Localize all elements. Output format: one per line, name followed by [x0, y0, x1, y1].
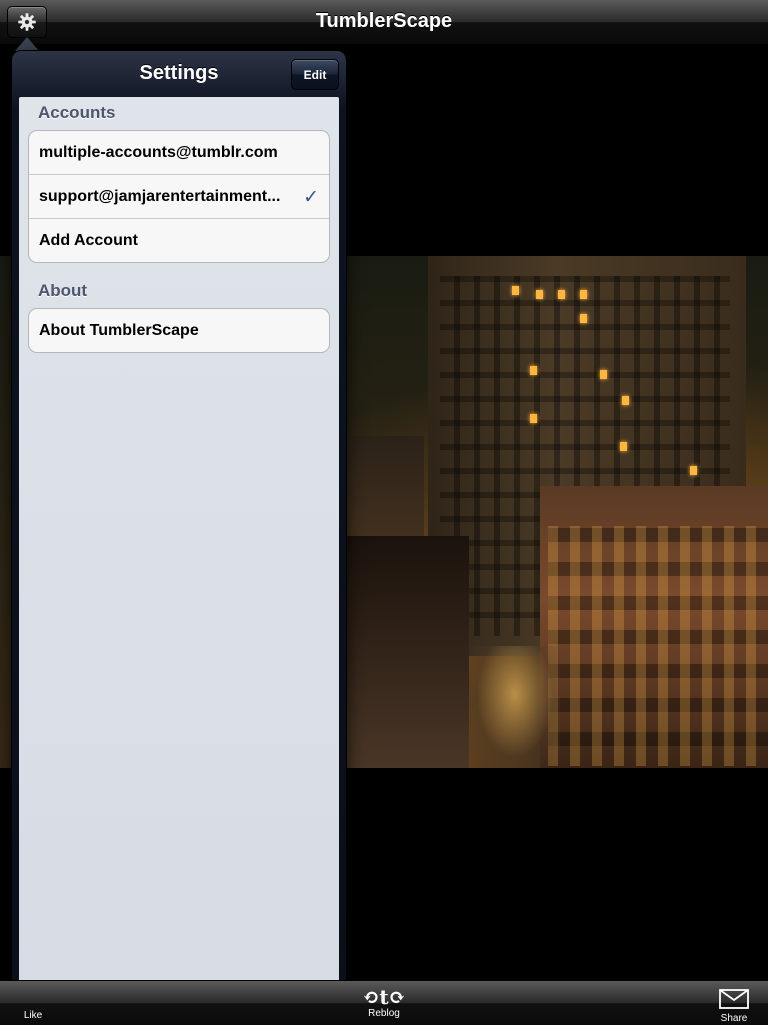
settings-popover: Settings Edit Accounts multiple-accounts…	[11, 50, 347, 1014]
lit-window	[530, 414, 537, 423]
share-button[interactable]: Share	[704, 989, 764, 1024]
account-row-selected[interactable]: support@jamjarentertainment... ✓	[29, 175, 329, 219]
app-title: TumblerScape	[315, 10, 453, 32]
lit-window	[690, 466, 697, 475]
lit-window	[530, 366, 537, 375]
reblog-button[interactable]: ⟲t⟳ Reblog	[354, 987, 414, 1019]
lit-window	[558, 290, 565, 299]
accounts-section-header: Accounts	[38, 103, 116, 122]
share-label: Share	[720, 1013, 748, 1024]
building-foreground	[344, 536, 469, 768]
accounts-group: multiple-accounts@tumblr.com support@jam…	[28, 130, 330, 263]
street-lights	[470, 646, 560, 768]
lit-window	[620, 442, 627, 451]
account-row[interactable]: multiple-accounts@tumblr.com	[29, 131, 329, 175]
envelope-icon	[719, 989, 749, 1009]
account-label: multiple-accounts@tumblr.com	[39, 143, 278, 161]
lit-window	[536, 290, 543, 299]
like-button[interactable]: Like	[3, 1009, 63, 1021]
checkmark-icon: ✓	[303, 187, 319, 208]
about-section-header: About	[38, 281, 88, 300]
like-label: Like	[23, 1010, 43, 1021]
popover-arrow	[15, 37, 39, 51]
edit-button[interactable]: Edit	[291, 59, 339, 90]
bottom-toolbar: Like ⟲t⟳ Reblog Share	[0, 980, 768, 1025]
lit-window	[512, 286, 519, 295]
reblog-icon: ⟲t⟳	[362, 985, 406, 1009]
reblog-label: Reblog	[368, 1008, 400, 1019]
about-group: About TumblerScape	[28, 308, 330, 353]
lit-window	[580, 290, 587, 299]
add-account-label: Add Account	[39, 231, 138, 249]
about-label: About TumblerScape	[39, 321, 199, 339]
settings-content: Accounts multiple-accounts@tumblr.com su…	[19, 97, 339, 1007]
hotel-windows	[548, 526, 768, 766]
lit-window	[622, 396, 629, 405]
lit-window	[600, 370, 607, 379]
add-account-row[interactable]: Add Account	[29, 219, 329, 262]
lit-window	[580, 314, 587, 323]
about-tumblerscape-row[interactable]: About TumblerScape	[29, 309, 329, 352]
top-navigation-bar: TumblerScape	[0, 0, 768, 45]
account-label: support@jamjarentertainment...	[39, 187, 281, 205]
